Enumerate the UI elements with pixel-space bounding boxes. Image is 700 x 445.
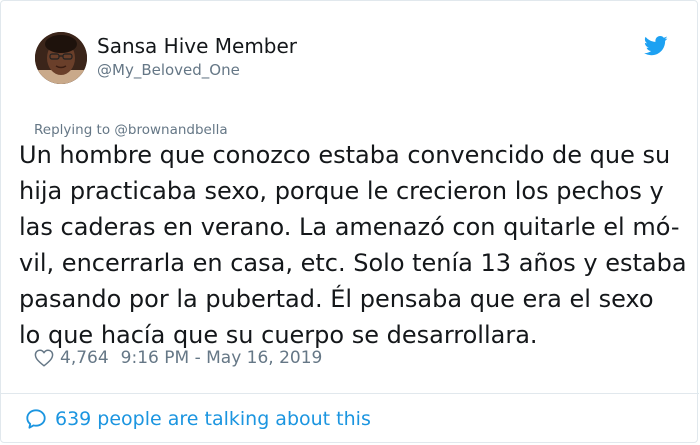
twitter-bird-icon[interactable] <box>644 35 668 57</box>
divider <box>1 393 699 394</box>
author-display-name[interactable]: Sansa Hive Member <box>97 34 297 58</box>
tweet-text: Un hombre que conozco estaba convencido … <box>19 137 695 353</box>
conversation-count-text[interactable]: 639 people are talking about this <box>55 408 371 430</box>
avatar-photo <box>35 32 87 84</box>
tweet-text-line: las caderas en verano. La amenazó con qu… <box>19 213 680 241</box>
speech-bubble-icon <box>26 409 46 429</box>
like-count[interactable]: 4,764 <box>60 348 109 368</box>
tweet-text-line: pasando por la pubertad. Él pensaba que … <box>19 285 654 313</box>
avatar[interactable] <box>35 32 87 84</box>
tweet-text-line: hija practicaba sexo, porque le creciero… <box>19 177 664 205</box>
reply-target-link[interactable]: @brownandbella <box>114 122 227 138</box>
tweet-text-line: vil, encerrarla en casa, etc. Solo tenía… <box>19 249 687 277</box>
reply-prefix: Replying to <box>34 122 115 138</box>
heart-icon[interactable] <box>34 349 54 367</box>
tweet-text-line: Un hombre que conozco estaba convencido … <box>19 141 671 169</box>
tweet-meta: 4,764 9:16 PM - May 16, 2019 <box>34 346 322 370</box>
author-handle[interactable]: @My_Beloved_One <box>97 61 240 79</box>
conversation-link[interactable]: 639 people are talking about this <box>25 408 371 430</box>
tweet-card[interactable]: Sansa Hive Member @My_Beloved_One Replyi… <box>0 0 699 443</box>
timestamp[interactable]: 9:16 PM - May 16, 2019 <box>121 348 323 368</box>
reply-context: Replying to @brownandbella <box>34 122 228 138</box>
